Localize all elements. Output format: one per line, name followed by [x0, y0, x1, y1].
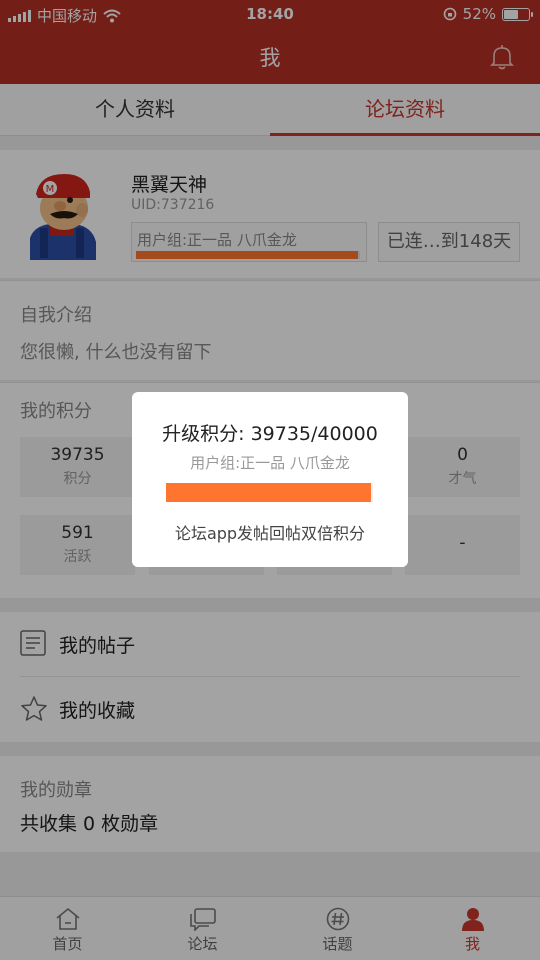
dialog-title: 升级积分: 39735/40000 — [162, 423, 378, 445]
dialog-progress-bar — [166, 483, 373, 502]
dialog-user-group: 用户组:正一品 八爪金龙 — [190, 454, 350, 472]
upgrade-points-dialog: 升级积分: 39735/40000 用户组:正一品 八爪金龙 论坛app发帖回帖… — [132, 392, 408, 567]
dialog-note: 论坛app发帖回帖双倍积分 — [174, 524, 366, 543]
